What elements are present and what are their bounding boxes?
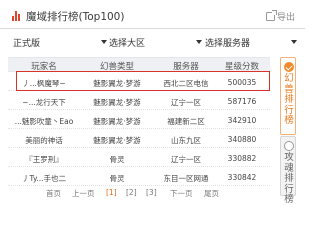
region-select-value: 选择大区 <box>109 39 146 49</box>
star-score: 342910 <box>227 116 257 125</box>
region-select[interactable]: 选择大区 <box>109 36 202 50</box>
player-name: ~...龙行天下 <box>22 98 66 107</box>
pet-type: 骨灵 <box>109 174 125 183</box>
table-row[interactable]: 『王罗刑』 骨灵 辽宁一区 330882 <box>8 149 270 167</box>
pager-next[interactable]: 下一页 <box>170 188 193 199</box>
pager-page-2[interactable]: [2] <box>126 188 137 197</box>
dropdown-arrow-icon <box>291 40 297 44</box>
server-name: 东目一区网通 <box>163 174 209 183</box>
dropdown-arrow-icon <box>196 40 202 44</box>
bar-chart-icon <box>12 11 20 21</box>
check-circle-icon <box>284 62 294 72</box>
player-name: 丿Ty...手也二 <box>22 174 66 183</box>
dropdown-arrow-icon <box>101 40 107 44</box>
circle-icon <box>284 141 294 151</box>
table-header: 玩家名 幻兽类型 服务器 星级分数 <box>8 57 270 72</box>
ranking-panel: 魔域排行榜(Top100) 导出 正式版 选择大区 选择服务器 玩家名 幻兽类型… <box>0 0 305 214</box>
pet-type: 魅影翼龙·梦游 <box>93 117 141 126</box>
tab-fantasy-beast-ranking[interactable]: 幻兽排行榜 <box>280 57 296 135</box>
pet-type: 魅影翼龙·梦游 <box>93 136 141 145</box>
pager-prev[interactable]: 上一页 <box>72 188 95 199</box>
player-name: 美丽的神话 <box>25 136 63 145</box>
panel-title: 魔域排行榜(Top100) <box>26 11 125 23</box>
table-row[interactable]: ...魅影吹童丶Eao 魅影翼龙·梦游 福建新二区 342910 <box>8 111 270 129</box>
tab-attack-ranking[interactable]: 攻魂排行榜 <box>280 136 296 205</box>
version-select[interactable]: 正式版 <box>13 36 107 50</box>
table-row[interactable]: 丿Ty...手也二 骨灵 东目一区网通 330842 <box>8 168 270 186</box>
version-select-value: 正式版 <box>13 39 41 49</box>
pager-page-1[interactable]: [1] <box>106 188 117 197</box>
player-name: ...魅影吹童丶Eao <box>14 117 74 126</box>
star-score: 330882 <box>227 154 257 163</box>
server-name: 福建新二区 <box>167 117 205 126</box>
pager-last[interactable]: 尾页 <box>204 188 219 199</box>
star-score: 330842 <box>227 173 257 182</box>
server-name: 辽宁一区 <box>171 155 201 164</box>
header-divider <box>0 28 305 29</box>
tab-fantasy-label: 幻兽排行榜 <box>284 73 294 126</box>
pager-first[interactable]: 首页 <box>46 188 61 199</box>
pager-page-3[interactable]: [3] <box>146 188 157 197</box>
tab-hack-label: 攻魂排行榜 <box>284 152 294 205</box>
export-button[interactable]: 导出 <box>266 10 296 24</box>
server-select-value: 选择服务器 <box>205 39 251 49</box>
export-icon <box>266 10 277 21</box>
star-score: 587176 <box>227 97 257 106</box>
table-row[interactable]: 美丽的神话 魅影翼龙·梦游 山东九区 340880 <box>8 130 270 148</box>
star-score: 340880 <box>227 135 257 144</box>
pet-type: 魅影翼龙·梦游 <box>93 98 141 107</box>
table-row[interactable]: ~...龙行天下 魅影翼龙·梦游 辽宁一区 587176 <box>8 92 270 110</box>
highlight-box <box>16 71 270 91</box>
pet-type: 骨灵 <box>109 155 125 164</box>
server-name: 辽宁一区 <box>171 98 201 107</box>
player-name: 『王罗刑』 <box>25 155 63 164</box>
export-label: 导出 <box>277 13 296 23</box>
server-name: 山东九区 <box>171 136 201 145</box>
server-select[interactable]: 选择服务器 <box>205 36 297 50</box>
